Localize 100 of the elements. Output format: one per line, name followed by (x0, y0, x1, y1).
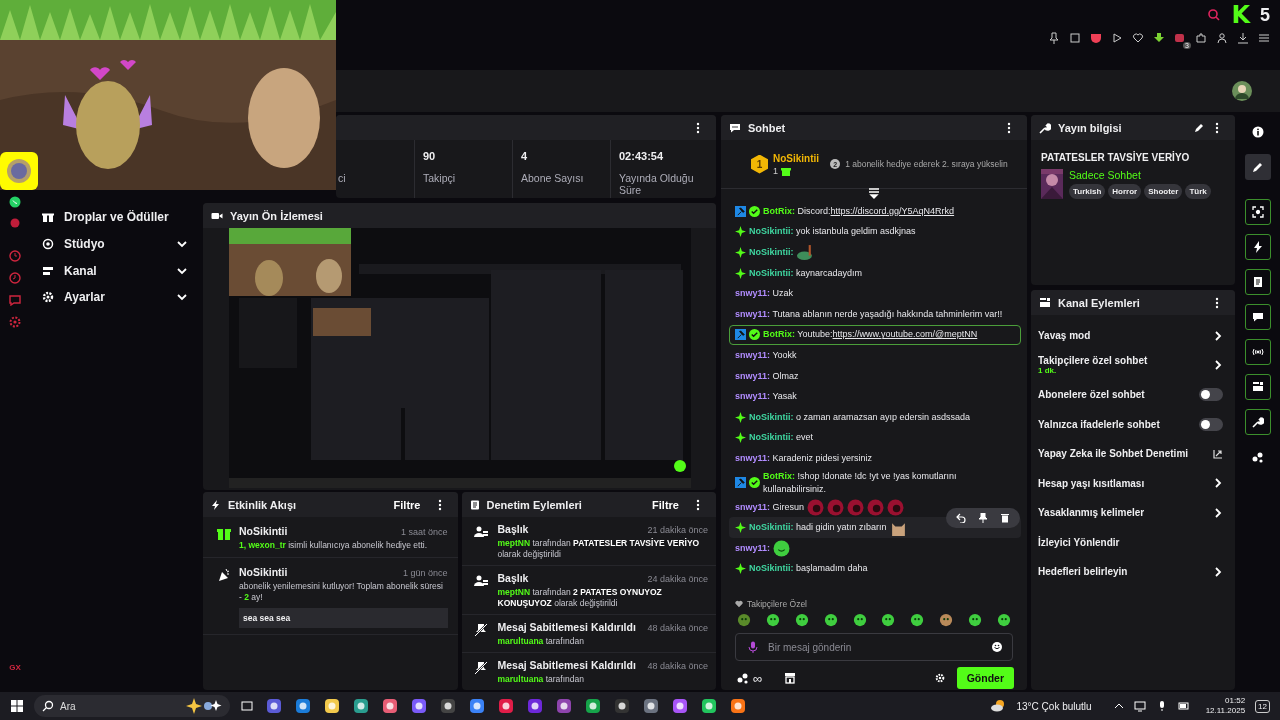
pencil-icon[interactable] (1194, 122, 1204, 133)
tag[interactable]: Shooter (1144, 184, 1183, 199)
app-icon[interactable] (410, 698, 427, 714)
user-name[interactable]: NoSikintii (239, 525, 288, 537)
infinity-symbol[interactable]: ∞ (753, 670, 763, 686)
heart-icon[interactable] (1132, 32, 1144, 44)
emote-icon[interactable] (737, 613, 751, 627)
sidebar-item[interactable]: Droplar ve Ödüller (30, 204, 200, 231)
crop-icon[interactable] (1069, 32, 1081, 44)
action-label[interactable]: Yapay Zeka ile Sohbet Denetimi (1038, 448, 1207, 460)
clock-time[interactable]: 01:52 (1225, 696, 1246, 706)
pencil-icon[interactable] (1244, 154, 1271, 180)
battery-icon[interactable] (1177, 700, 1190, 712)
document-icon[interactable] (1244, 269, 1271, 295)
chevron-right-icon[interactable] (1213, 566, 1223, 577)
shield-icon[interactable] (1090, 32, 1102, 44)
broadcast-icon[interactable] (1244, 339, 1271, 365)
emote-icon[interactable] (852, 613, 867, 627)
user-name[interactable]: NoSikintii (239, 566, 288, 578)
action-label[interactable]: Takipçilere özel sohbet (1038, 355, 1207, 367)
app-icon[interactable] (439, 698, 456, 714)
external-link-icon[interactable] (1213, 448, 1223, 459)
tag[interactable]: Turkish (1069, 184, 1106, 199)
reply-icon[interactable] (956, 513, 966, 524)
lightning-icon[interactable] (1244, 234, 1271, 260)
filter-button[interactable]: Filtre (387, 498, 427, 511)
app-icon[interactable] (613, 698, 630, 714)
app-icon[interactable] (352, 698, 369, 714)
emote-icon[interactable] (996, 613, 1011, 627)
messenger-icon[interactable] (9, 196, 21, 208)
chat-icon[interactable] (1244, 304, 1271, 330)
weather-text[interactable]: 13°C Çok bulutlu (1016, 700, 1092, 712)
app-icon[interactable] (497, 698, 514, 714)
action-label[interactable]: Hesap yaşı kısıtlaması (1038, 477, 1207, 489)
menu-icon[interactable] (1258, 32, 1270, 44)
chevron-right-icon[interactable] (1213, 330, 1223, 341)
app-icon[interactable] (323, 698, 340, 714)
clock-icon[interactable] (9, 250, 21, 262)
download-icon[interactable] (1237, 32, 1249, 44)
chevron-right-icon[interactable] (1213, 478, 1223, 489)
app-icon[interactable] (700, 698, 717, 714)
search-field[interactable]: Ara (34, 695, 230, 717)
send-button[interactable]: Gönder (956, 667, 1014, 689)
emote-icon[interactable] (939, 613, 954, 627)
tag[interactable]: Türk (1185, 184, 1211, 199)
puzzle-icon[interactable] (1195, 32, 1207, 44)
app-icon[interactable] (381, 698, 398, 714)
chevron-up-icon[interactable] (1113, 701, 1124, 711)
network-icon[interactable] (1133, 700, 1146, 712)
channel-icon[interactable] (1244, 374, 1271, 400)
leader-name[interactable]: NoSikintii (773, 152, 820, 164)
pin-icon[interactable] (1048, 32, 1060, 44)
app-icon[interactable] (729, 698, 746, 714)
app-icon[interactable] (642, 698, 659, 714)
task-view-icon[interactable] (240, 699, 254, 713)
trash-icon[interactable] (1000, 513, 1010, 524)
tag[interactable]: Horror (1108, 184, 1142, 199)
action-label[interactable]: Yavaş mod (1038, 330, 1207, 342)
app-icon[interactable] (584, 698, 601, 714)
emote-icon[interactable] (968, 613, 982, 627)
store-icon[interactable] (784, 672, 797, 684)
app-icon[interactable] (265, 698, 282, 714)
emoji-icon[interactable] (991, 641, 1003, 653)
play-icon[interactable] (1111, 32, 1123, 44)
link[interactable]: https://discord.gg/Y5AqN4Rrkd (830, 205, 955, 216)
emote-icon[interactable] (823, 613, 838, 627)
emote-icon[interactable] (765, 613, 780, 627)
sidebar-item[interactable]: Kanal (30, 257, 200, 285)
history-icon[interactable] (9, 272, 21, 284)
action-label[interactable]: Yalnızca ifadelerle sohbet (1038, 418, 1193, 430)
app-icon[interactable] (526, 698, 543, 714)
toggle-switch[interactable] (1199, 417, 1223, 431)
category-link[interactable]: Sadece Sohbet (1069, 169, 1211, 181)
action-label[interactable]: Hedefleri belirleyin (1038, 566, 1207, 578)
emote-icon[interactable] (910, 613, 925, 627)
app-icon[interactable] (468, 698, 485, 714)
app-icon[interactable] (671, 698, 688, 714)
chevron-right-icon[interactable] (1213, 360, 1223, 371)
extension-icon[interactable] (1174, 32, 1186, 44)
app-icon[interactable] (555, 698, 572, 714)
brand-logo[interactable]: K (1231, 3, 1250, 27)
app-icon[interactable] (294, 698, 311, 714)
filter-button[interactable]: Filtre (646, 498, 685, 511)
scroll-down-icon[interactable] (868, 187, 880, 199)
avatar[interactable] (1232, 81, 1252, 101)
link[interactable]: https://www.youtube.com/@meptNN (832, 329, 978, 340)
emote-icon[interactable] (794, 613, 809, 627)
clock-date[interactable]: 12.11.2025 (1205, 706, 1246, 716)
focus-icon[interactable] (1244, 199, 1271, 225)
download-icon[interactable] (1153, 32, 1165, 44)
chevron-right-icon[interactable] (1213, 507, 1223, 518)
profile-icon[interactable] (1216, 32, 1228, 44)
action-label[interactable]: Yasaklanmış kelimeler (1038, 507, 1207, 519)
emote-icon[interactable] (881, 613, 896, 627)
dots-icon[interactable] (737, 672, 749, 684)
start-icon[interactable] (10, 699, 24, 713)
message-input[interactable]: Bir mesaj gönderin (735, 633, 1013, 661)
search-icon[interactable] (1207, 8, 1222, 22)
sidebar-item[interactable]: Ayarlar (30, 284, 200, 311)
toggle-switch[interactable] (1199, 388, 1223, 402)
